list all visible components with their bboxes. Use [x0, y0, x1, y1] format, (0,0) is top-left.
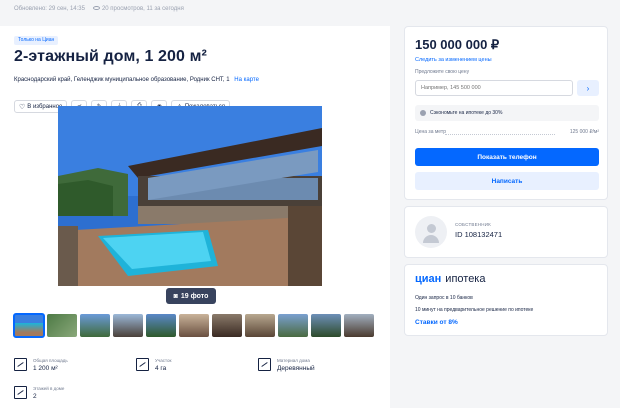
address-text: Краснодарский край, Геленджик муниципаль…: [14, 77, 230, 83]
offer-price-input[interactable]: [415, 80, 573, 96]
owner-card: СОБСТВЕННИК ID 108132471: [404, 206, 608, 258]
feature-label: Этажей в доме: [33, 386, 65, 391]
owner-id: ID 108132471: [455, 230, 503, 239]
thumbnail[interactable]: [80, 314, 110, 337]
ppm-label: Цена за метр: [415, 129, 446, 135]
info-icon: [420, 110, 426, 116]
cian-product: ипотека: [445, 273, 486, 285]
chevron-right-icon: ›: [586, 83, 590, 93]
main-photo[interactable]: [58, 106, 322, 286]
thumbnail[interactable]: [13, 313, 45, 338]
cian-line2: 10 минут на предварительное решение по и…: [415, 307, 534, 313]
heart-icon: ♡: [19, 103, 26, 111]
photo-count-button[interactable]: ◙ 19 фото: [166, 288, 216, 304]
feature-value: 4 га: [155, 365, 167, 372]
thumbnail[interactable]: [113, 314, 143, 337]
eye-icon: [92, 6, 100, 11]
offer-label: Предложите свою цену: [415, 69, 470, 75]
material-icon: [258, 358, 271, 371]
cian-line1: Один запрос в 10 банков: [415, 295, 473, 301]
mortgage-note-text: Сэкономьте на ипотеке до 30%: [430, 110, 503, 116]
feature-label: Общая площадь: [33, 358, 68, 363]
camera-icon: ◙: [173, 292, 178, 300]
feature-label: Участок: [155, 358, 172, 363]
views-text: 20 просмотров, 11 за сегодня: [92, 6, 184, 12]
price-card: 150 000 000 ₽ Следить за изменением цены…: [404, 26, 608, 200]
feature-floors: Этажей в доме 2: [14, 386, 64, 400]
views-count: 20 просмотров, 11 за сегодня: [101, 6, 184, 12]
cian-brand: циан: [415, 273, 442, 285]
thumbnail[interactable]: [344, 314, 374, 337]
write-button[interactable]: Написать: [415, 172, 599, 190]
user-icon: [426, 224, 436, 233]
price-per-meter: Цена за метр 125 000 ₽/м²: [415, 129, 599, 135]
exclusive-badge: Только на Циан: [14, 36, 59, 45]
mortgage-note[interactable]: Сэкономьте на ипотеке до 30%: [415, 105, 599, 121]
owner-role: СОБСТВЕННИК: [455, 222, 491, 227]
photo-count-label: 19 фото: [180, 292, 209, 300]
cian-rate-link[interactable]: Ставки от 8%: [415, 319, 458, 326]
map-link[interactable]: На карте: [234, 77, 259, 83]
feature-value: Деревянный: [277, 365, 315, 372]
thumbnail[interactable]: [311, 314, 341, 337]
user-icon-body: [423, 235, 439, 243]
thumbnail[interactable]: [212, 314, 242, 337]
page-title: 2-этажный дом, 1 200 м²: [14, 48, 207, 65]
show-phone-button[interactable]: Показать телефон: [415, 148, 599, 166]
thumbnail-strip: [13, 313, 374, 338]
feature-label: Материал дома: [277, 358, 310, 363]
feature-plot: Участок 4 га: [136, 358, 171, 372]
thumbnail[interactable]: [179, 314, 209, 337]
offer-submit-button[interactable]: ›: [577, 80, 599, 96]
avatar: [415, 216, 447, 248]
stairs-icon: [14, 386, 27, 399]
thumbnail[interactable]: [245, 314, 275, 337]
top-meta: Обновлено: 29 сен, 14:35 20 просмотров, …: [14, 6, 184, 12]
address: Краснодарский край, Геленджик муниципаль…: [14, 77, 259, 83]
feature-material: Материал дома Деревянный: [258, 358, 315, 372]
house-pool-photo: [58, 106, 322, 286]
feature-total-area: Общая площадь 1 200 м²: [14, 358, 68, 372]
feature-value: 1 200 м²: [33, 365, 58, 372]
plot-icon: [136, 358, 149, 371]
cian-mortgage-card[interactable]: циан ипотека Один запрос в 10 банков 10 …: [404, 264, 608, 336]
cian-logo: циан ипотека: [415, 273, 485, 285]
follow-price-link[interactable]: Следить за изменением цены: [415, 57, 492, 63]
price: 150 000 000 ₽: [415, 37, 500, 52]
thumbnail[interactable]: [278, 314, 308, 337]
feature-value: 2: [33, 393, 37, 400]
updated-text: Обновлено: 29 сен, 14:35: [14, 6, 85, 12]
thumbnail[interactable]: [146, 314, 176, 337]
ppm-value: 125 000 ₽/м²: [569, 129, 599, 135]
area-icon: [14, 358, 27, 371]
thumbnail[interactable]: [47, 314, 77, 337]
